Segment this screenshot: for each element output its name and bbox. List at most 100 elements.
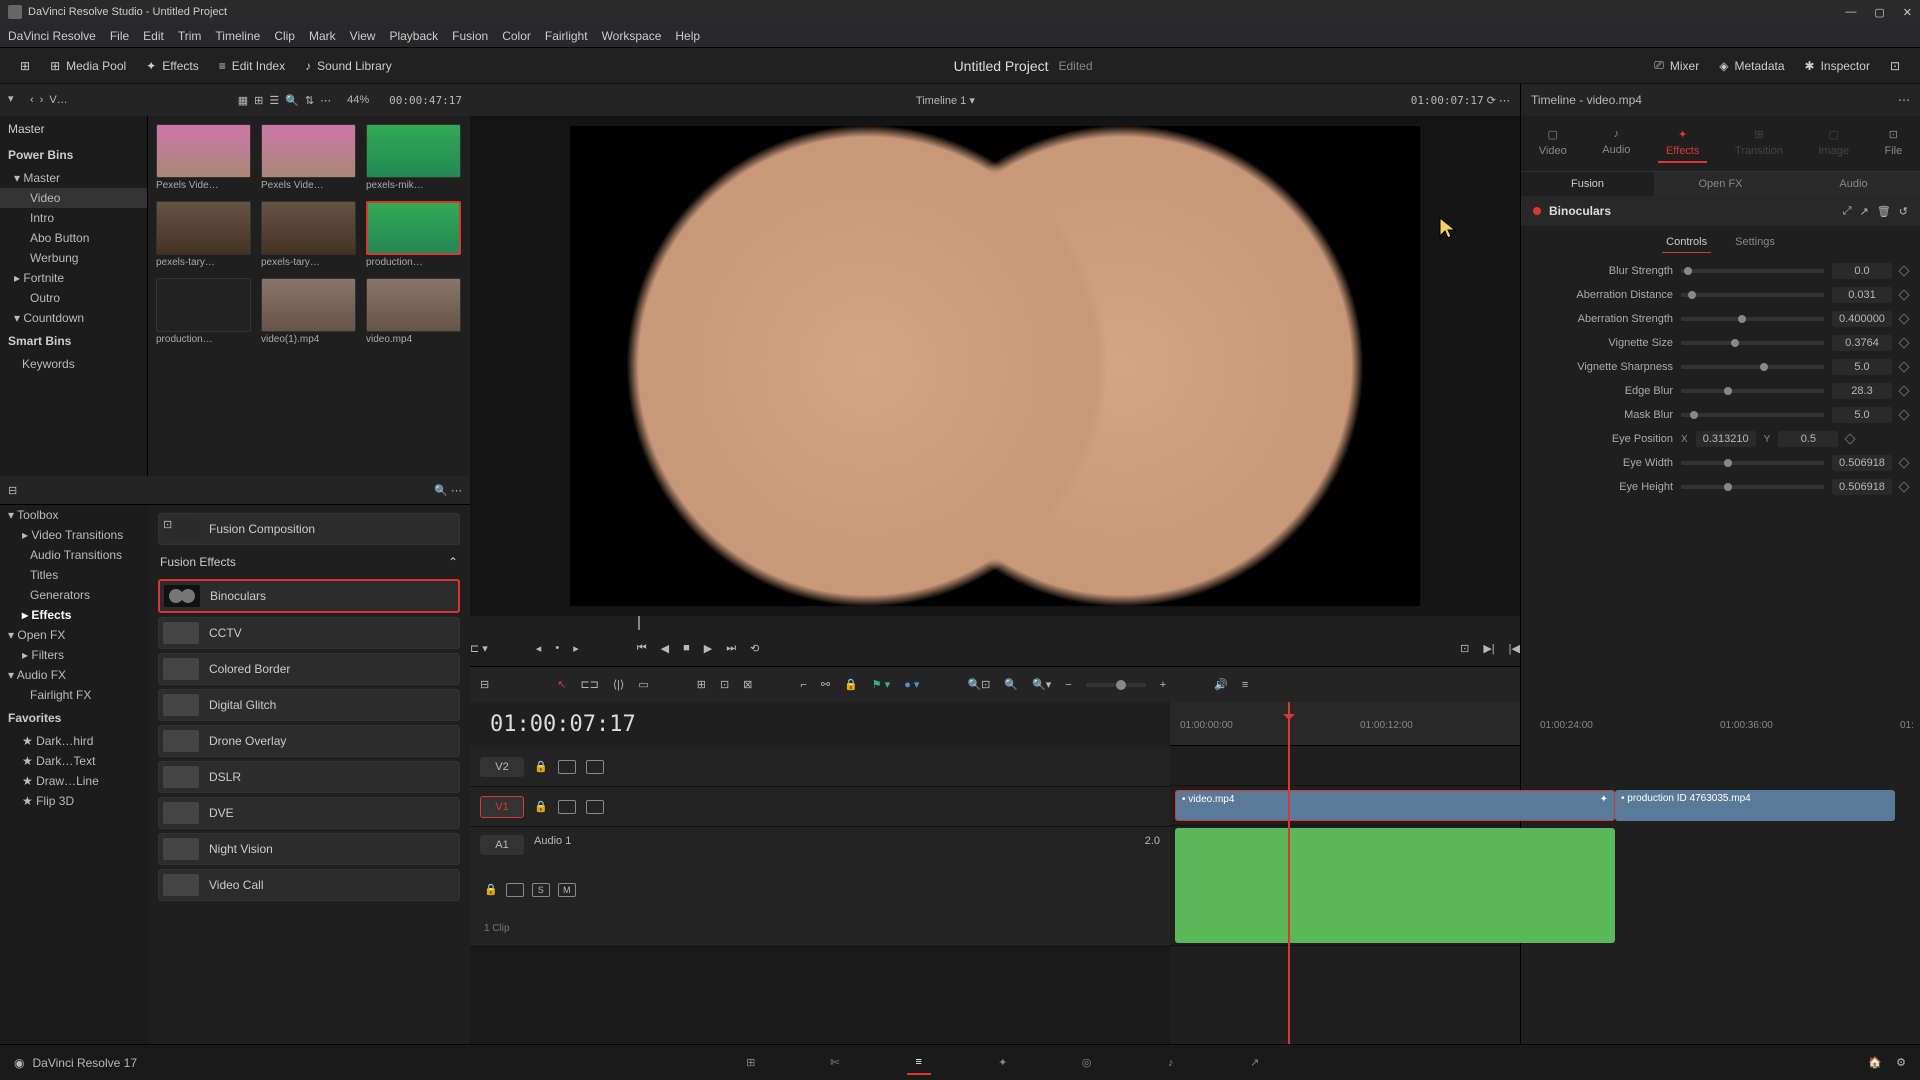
auto-select-icon[interactable]: [558, 800, 576, 814]
inspector-more-icon[interactable]: ⋯: [1898, 93, 1910, 107]
chevron-down-icon[interactable]: ▾: [969, 95, 975, 107]
nav-back-icon[interactable]: ‹: [30, 94, 34, 106]
playhead[interactable]: [1288, 702, 1290, 1044]
bin-keywords[interactable]: Keywords: [0, 354, 147, 374]
audiofx-header[interactable]: ▾ Audio FX: [0, 665, 148, 685]
media-clip[interactable]: Pexels Vide…: [156, 124, 251, 191]
page-fairlight[interactable]: ♪: [1159, 1051, 1183, 1075]
inspector-button[interactable]: ✱ Inspector: [1795, 55, 1880, 77]
param-slider[interactable]: [1681, 317, 1824, 321]
zoom-level[interactable]: 44%: [347, 94, 369, 106]
maximize-icon[interactable]: ▢: [1874, 6, 1884, 19]
insert-icon[interactable]: ⊞: [697, 678, 706, 691]
keyframe-icon[interactable]: [1898, 361, 1909, 372]
power-bins-header[interactable]: Power Bins: [0, 142, 147, 168]
minimize-icon[interactable]: —: [1845, 6, 1856, 19]
keyframe-icon[interactable]: [1898, 457, 1909, 468]
timeline-timecode[interactable]: 01:00:07:17: [470, 702, 1170, 747]
lock-track-icon[interactable]: 🔒: [534, 800, 548, 813]
fx-dve[interactable]: DVE: [158, 797, 460, 829]
zoom-custom-icon[interactable]: 🔍▾: [1032, 678, 1051, 691]
menu-davinci[interactable]: DaVinci Resolve: [8, 29, 96, 43]
fav-4[interactable]: ★ Flip 3D: [0, 791, 148, 811]
fx-filters[interactable]: ▸ Filters: [0, 645, 148, 665]
play-reverse-icon[interactable]: ◀: [661, 642, 669, 655]
menu-workspace[interactable]: Workspace: [602, 29, 662, 43]
prev-edit-icon[interactable]: ◂: [536, 642, 542, 655]
fx-fairlight[interactable]: Fairlight FX: [0, 685, 148, 705]
menu-file[interactable]: File: [110, 29, 129, 43]
fx-more-icon[interactable]: ⋯: [451, 485, 462, 497]
zoom-range-icon[interactable]: 🔍⊡: [967, 678, 990, 691]
next-edit-icon[interactable]: ▸: [573, 642, 579, 655]
fx-cctv[interactable]: CCTV: [158, 617, 460, 649]
menu-help[interactable]: Help: [675, 29, 700, 43]
selection-tool-icon[interactable]: ↖: [557, 678, 566, 691]
media-clip[interactable]: production…: [156, 278, 251, 345]
auto-select-audio-icon[interactable]: [506, 883, 524, 897]
param-slider[interactable]: [1681, 341, 1824, 345]
fx-trash-icon[interactable]: 🗑: [1877, 205, 1891, 218]
keyframe-icon[interactable]: [1898, 265, 1909, 276]
bin-countdown[interactable]: ▾ Countdown: [0, 308, 147, 328]
timeline-view-icon[interactable]: ⊟: [480, 678, 489, 691]
scrub-marker[interactable]: [638, 616, 640, 630]
prev-clip-icon[interactable]: |◀: [1509, 642, 1520, 655]
bin-master[interactable]: ▾ Master: [0, 168, 147, 188]
match-frame-icon[interactable]: ⊡: [1460, 642, 1469, 655]
breadcrumb[interactable]: V…: [49, 94, 67, 106]
bin-werbung[interactable]: Werbung: [0, 248, 147, 268]
audio-icon[interactable]: 🔊: [1214, 678, 1228, 691]
settings-tab[interactable]: Settings: [1731, 232, 1779, 253]
fusion-effects-header[interactable]: Fusion Effects: [160, 555, 236, 569]
mute-icon[interactable]: M: [558, 883, 576, 897]
bin-abo[interactable]: Abo Button: [0, 228, 147, 248]
panel-toggle-icon[interactable]: ⊟: [8, 484, 17, 497]
bin-dropdown-icon[interactable]: ▾: [8, 92, 24, 108]
page-media[interactable]: ⊞: [739, 1051, 763, 1075]
fav-1[interactable]: ★ Dark…hird: [0, 731, 148, 751]
solo-icon[interactable]: S: [532, 883, 550, 897]
page-edit[interactable]: ≡: [907, 1051, 931, 1075]
nav-fwd-icon[interactable]: ›: [40, 94, 44, 106]
fusion-composition-item[interactable]: ⊡ Fusion Composition: [158, 513, 460, 545]
keyframe-icon[interactable]: [1898, 289, 1909, 300]
track-v1-header[interactable]: V1 🔒: [470, 787, 1170, 827]
video-enable-icon[interactable]: [586, 800, 604, 814]
page-fusion[interactable]: ✦: [991, 1051, 1015, 1075]
flag-icon[interactable]: ⚑ ▾: [872, 678, 890, 691]
fx-video-call[interactable]: Video Call: [158, 869, 460, 901]
fx-video-transitions[interactable]: ▸ Video Transitions: [0, 525, 148, 545]
tab-video[interactable]: ▢Video: [1531, 124, 1575, 163]
timeline-ruler[interactable]: 01:00:00:00 01:00:12:00 01:00:24:00 01:0…: [1170, 702, 1520, 746]
overwrite-icon[interactable]: ⊡: [720, 678, 729, 691]
track-a1-header[interactable]: A1 Audio 1 2.0 🔒 S M 1 Clip: [470, 827, 1170, 947]
param-slider[interactable]: [1681, 485, 1824, 489]
fx-enable-toggle[interactable]: [1533, 207, 1541, 215]
keyframe-icon[interactable]: [1898, 409, 1909, 420]
tab-file[interactable]: ⊡File: [1876, 124, 1910, 163]
auto-select-icon[interactable]: [558, 760, 576, 774]
tab-audio[interactable]: ♪Audio: [1594, 124, 1638, 163]
mark-in-icon[interactable]: ⊏ ▾: [470, 642, 488, 655]
menu-fusion[interactable]: Fusion: [452, 29, 488, 43]
track-v2[interactable]: [1170, 746, 1520, 786]
timeline-name[interactable]: Timeline 1: [916, 95, 966, 107]
menu-edit[interactable]: Edit: [143, 29, 164, 43]
keyframe-icon[interactable]: [1898, 337, 1909, 348]
menu-fairlight[interactable]: Fairlight: [545, 29, 588, 43]
video-enable-icon[interactable]: [586, 760, 604, 774]
media-clip[interactable]: production…: [366, 201, 461, 268]
fx-colored-border[interactable]: Colored Border: [158, 653, 460, 685]
keyframe-icon[interactable]: [1898, 481, 1909, 492]
fx-titles[interactable]: Titles: [0, 565, 148, 585]
fx-reset-icon[interactable]: ↺: [1899, 205, 1908, 218]
home-icon[interactable]: 🏠: [1868, 1056, 1882, 1069]
menu-timeline[interactable]: Timeline: [215, 29, 260, 43]
fx-search-icon[interactable]: 🔍: [434, 485, 448, 497]
menu-playback[interactable]: Playback: [389, 29, 438, 43]
last-frame-icon[interactable]: ⏭: [726, 642, 736, 655]
zoom-in-icon[interactable]: +: [1160, 679, 1166, 691]
fav-2[interactable]: ★ Dark…Text: [0, 751, 148, 771]
panel-icon[interactable]: ⊡: [1880, 55, 1910, 77]
